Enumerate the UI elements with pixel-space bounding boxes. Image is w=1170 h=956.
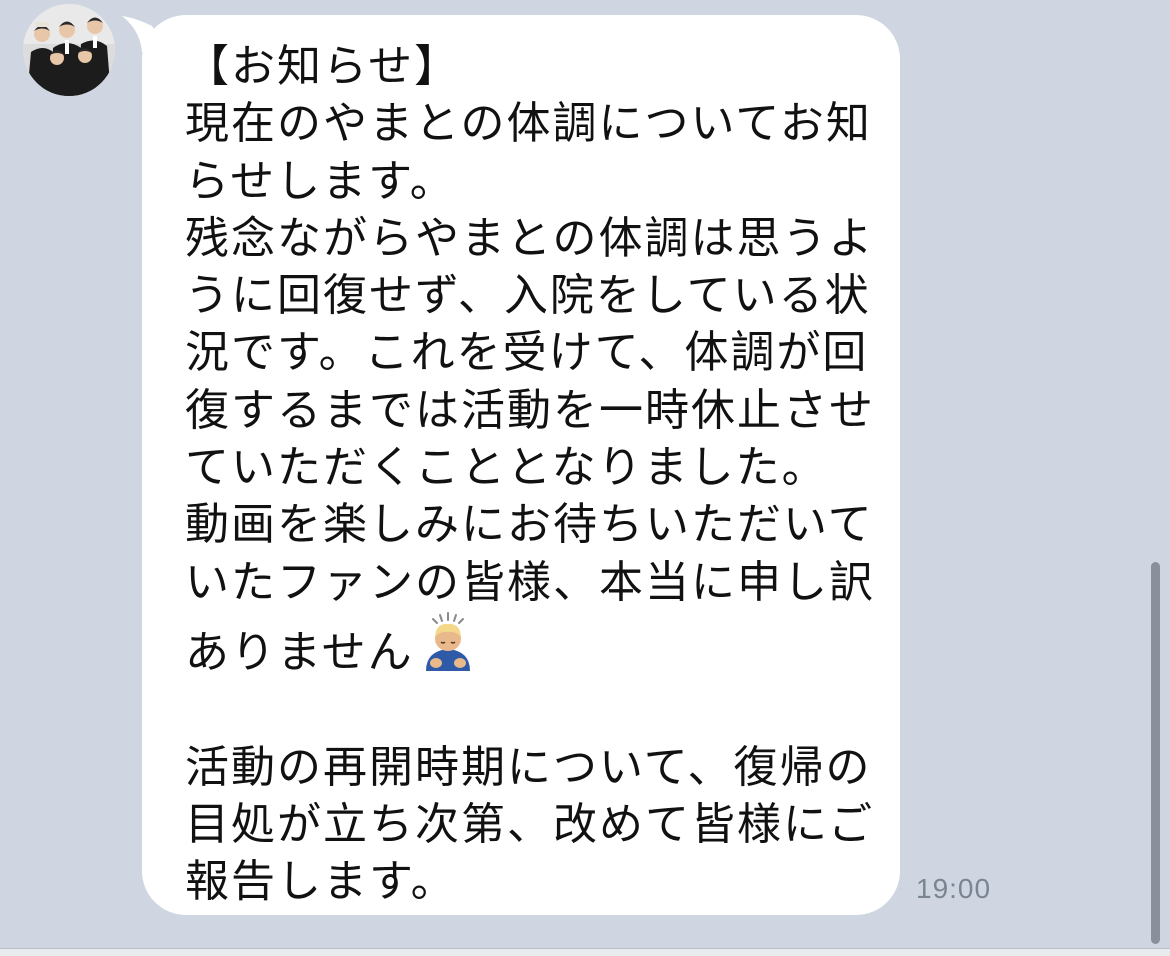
group-photo-avatar-icon	[23, 4, 115, 96]
bowing-person-icon	[425, 611, 470, 671]
chat-area[interactable]: 【お知らせ】 現在のやまとの体調についてお知らせします。 残念ながらやまとの体調…	[0, 0, 1170, 948]
sender-avatar[interactable]	[23, 4, 115, 96]
message-text-part-2: 活動の再開時期について、復帰の目処が立ち次第、改めて皆様にご報告します。	[185, 741, 875, 908]
message-timestamp: 19:00	[916, 873, 992, 904]
message-text: 【お知らせ】 現在のやまとの体調についてお知らせします。 残念ながらやまとの体調…	[185, 38, 875, 910]
scrollbar[interactable]	[1151, 562, 1160, 944]
message-text-part-1: 【お知らせ】 現在のやまとの体調についてお知らせします。 残念ながらやまとの体調…	[185, 41, 875, 678]
